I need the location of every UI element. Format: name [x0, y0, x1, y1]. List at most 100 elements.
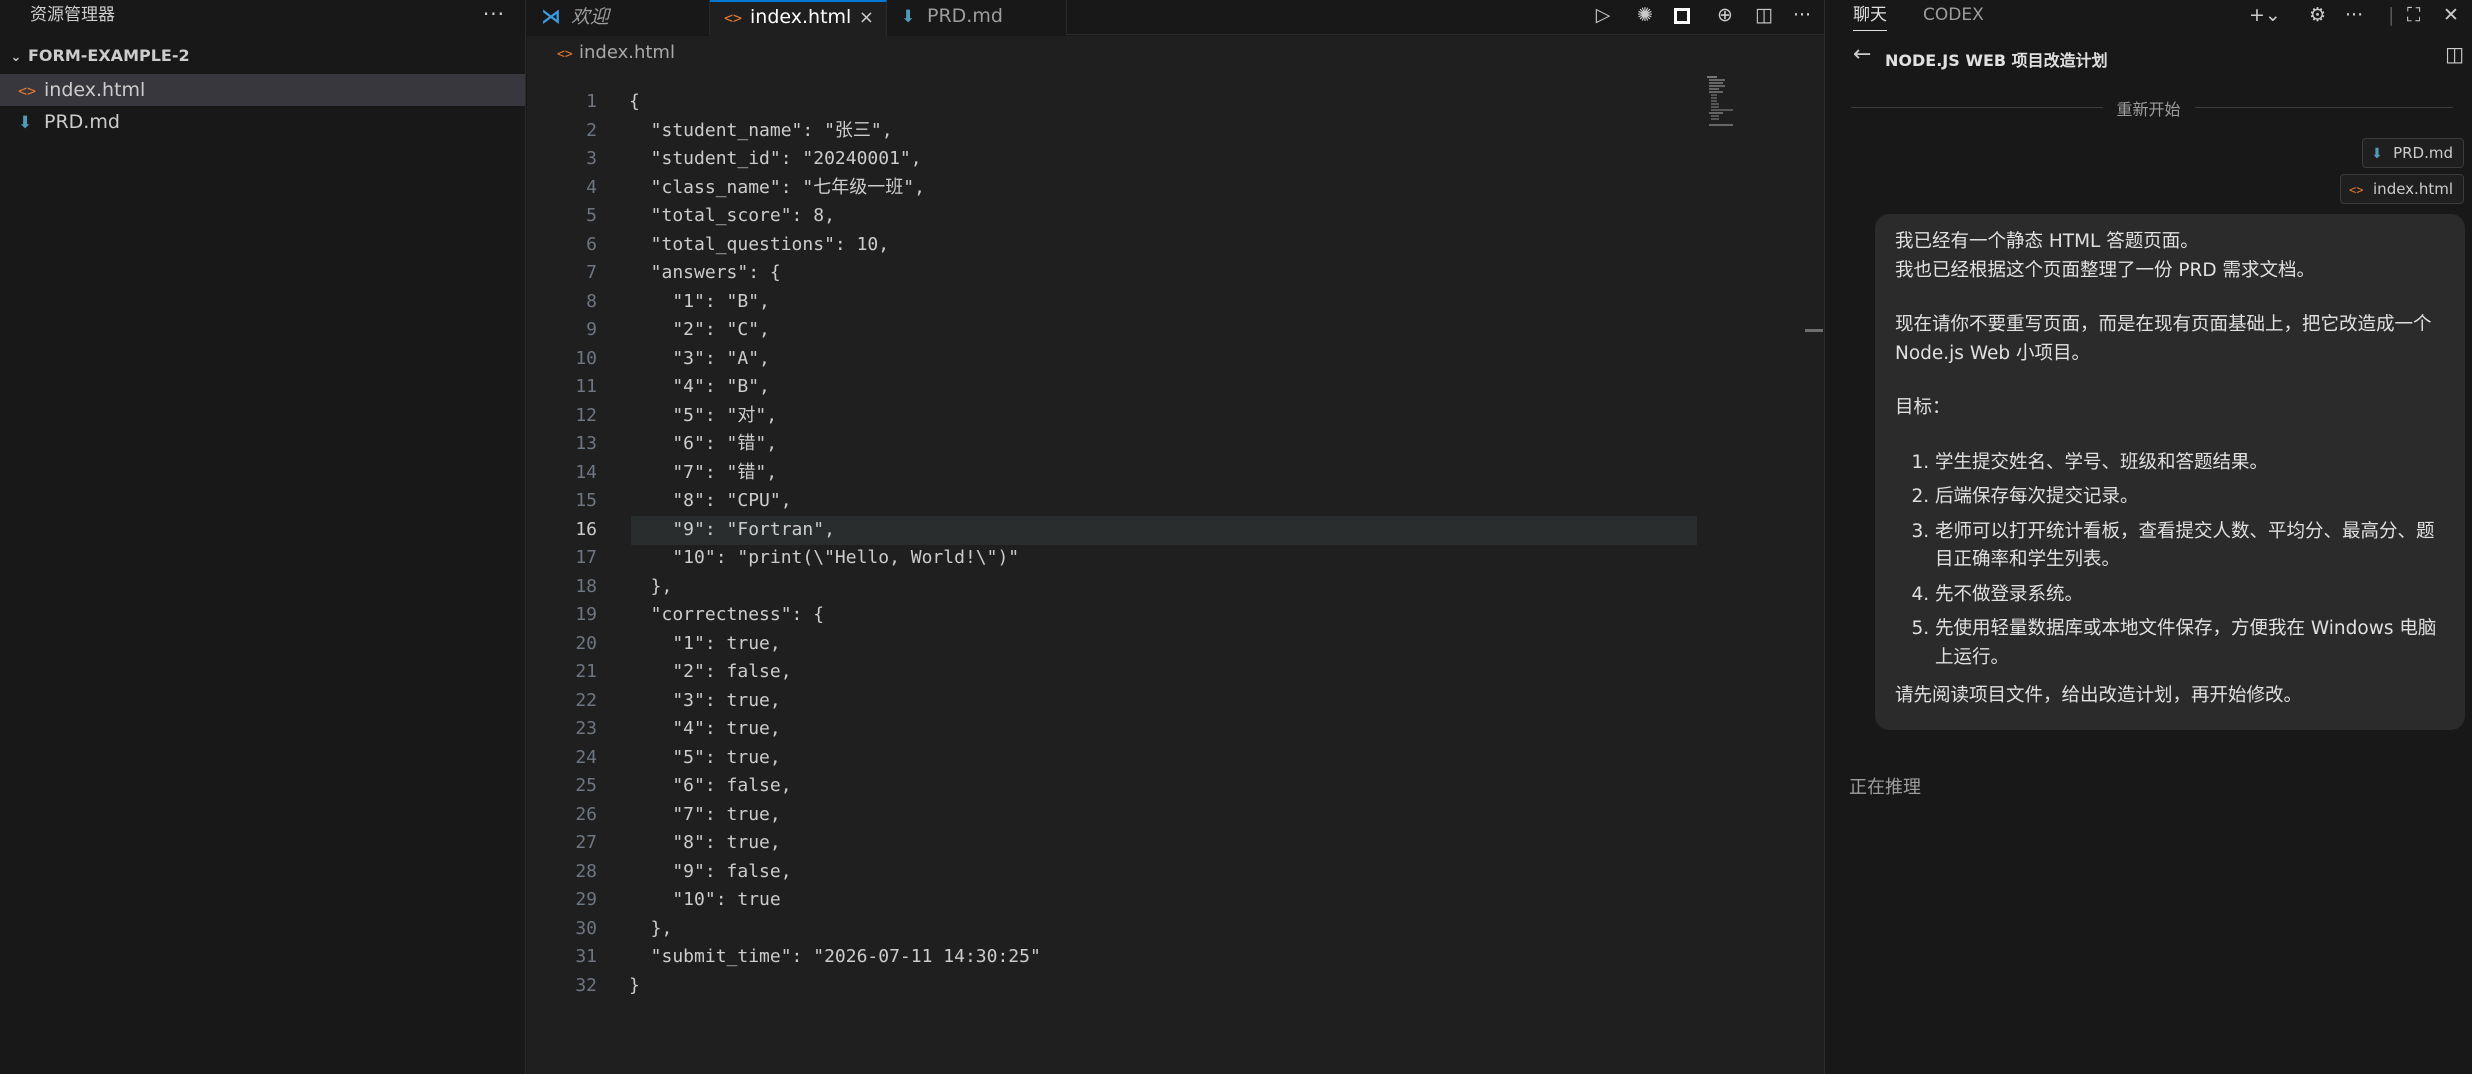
code-line[interactable]: "3": "A", [629, 345, 770, 374]
line-number: 2 [586, 119, 597, 141]
line-number: 26 [575, 803, 597, 825]
maximize-icon[interactable]: ⛶ [2407, 0, 2420, 30]
attachment-chip-prd[interactable]: ⬇ PRD.md [2362, 138, 2464, 168]
new-chat-icon[interactable]: +⌄ [2249, 0, 2281, 30]
line-number: 32 [575, 974, 597, 996]
goal-list: 学生提交姓名、学号、班级和答题结果。 后端保存每次提交记录。 老师可以打开统计看… [1895, 449, 2445, 673]
tab-index-html[interactable]: <> index.html × [710, 0, 887, 36]
line-number: 5 [586, 205, 597, 226]
code-line[interactable]: "7": true, [629, 801, 780, 830]
globe-icon[interactable]: ⊕ [1710, 0, 1740, 30]
run-icon[interactable]: ▷ [1588, 0, 1618, 30]
explorer-more-button[interactable]: ··· [483, 0, 505, 30]
code-line[interactable]: "total_score": 8, [629, 202, 835, 231]
code-line[interactable]: "10": true [629, 886, 780, 915]
line-number: 4 [586, 176, 597, 198]
line-number: 10 [575, 347, 597, 369]
code-line[interactable]: "4": "B", [629, 373, 770, 402]
code-line[interactable]: "submit_time": "2026-07-11 14:30:25" [629, 943, 1041, 972]
line-number: 25 [575, 775, 597, 796]
code-line[interactable]: "6": false, [629, 772, 791, 801]
code-line[interactable]: "correctness": { [629, 601, 824, 630]
line-number: 8 [586, 290, 597, 312]
message-paragraph: 我已经有一个静态 HTML 答题页面。 [1895, 231, 2199, 252]
breadcrumb-item[interactable]: <> index.html [557, 42, 675, 63]
gear-icon[interactable]: ⚙ [2309, 0, 2326, 30]
close-icon[interactable]: ✕ [2443, 0, 2459, 30]
code-line[interactable]: }, [629, 573, 673, 602]
tab-welcome[interactable]: ⋊ 欢迎 [527, 0, 710, 35]
chat-panel: 聊天 CODEX +⌄ ⚙ ··· | ⛶ ✕ ← NODE.JS WEB 项目… [1824, 0, 2472, 1074]
code-line[interactable]: }, [629, 915, 673, 944]
line-number: 9 [586, 319, 597, 340]
file-item-index-html[interactable]: <> index.html [0, 74, 525, 106]
code-line[interactable]: "2": false, [629, 658, 791, 687]
line-number: 17 [575, 547, 597, 568]
message-paragraph: 请先阅读项目文件，给出改造计划，再开始修改。 [1895, 685, 2303, 706]
line-number: 29 [575, 889, 597, 910]
code-line[interactable]: "1": "B", [629, 288, 770, 317]
code-line[interactable]: "10": "print(\"Hello, World!\")" [629, 544, 1019, 573]
panel-layout-icon[interactable]: ◫ [2445, 42, 2464, 66]
code-line[interactable]: "8": true, [629, 829, 780, 858]
code-line[interactable]: "answers": { [629, 259, 781, 288]
code-line[interactable]: "1": true, [629, 630, 780, 659]
line-number: 14 [575, 461, 597, 483]
file-label: index.html [44, 79, 146, 101]
code-line[interactable]: "student_id": "20240001", [629, 145, 922, 174]
code-line[interactable]: "total_questions": 10, [629, 231, 889, 260]
close-icon[interactable]: × [859, 2, 874, 33]
code-line[interactable]: "5": "对", [629, 402, 777, 431]
attachment-chip-index[interactable]: <> index.html [2340, 174, 2464, 204]
user-message-bubble: 我已经有一个静态 HTML 答题页面。 我也已经根据这个页面整理了一份 PRD … [1875, 214, 2465, 730]
line-number: 16 [575, 518, 597, 540]
line-number: 31 [575, 946, 597, 967]
line-number: 13 [575, 433, 597, 454]
code-line[interactable]: "2": "C", [629, 316, 770, 345]
list-item: 后端保存每次提交记录。 [1935, 483, 2445, 512]
status-thinking: 正在推理 [1849, 777, 1921, 798]
tab-prd-md[interactable]: ⬇ PRD.md [887, 0, 1067, 35]
folder-root[interactable]: ⌄ FORM-EXAMPLE-2 [0, 43, 525, 69]
thread-title: NODE.JS WEB 项目改造计划 [1885, 51, 2108, 70]
vscode-logo-icon: ⋊ [541, 4, 561, 28]
code-line[interactable]: "class_name": "七年级一班", [629, 174, 925, 203]
html-file-icon: <> [18, 82, 37, 100]
code-line[interactable]: "4": true, [629, 715, 780, 744]
scrollbar-marker[interactable] [1805, 329, 1823, 332]
code-line[interactable]: } [629, 972, 640, 1001]
attachment-label: index.html [2373, 180, 2453, 198]
code-line[interactable]: "student_name": "张三", [629, 117, 893, 146]
line-number: 3 [586, 148, 597, 169]
split-editor-icon[interactable]: ◫ [1749, 0, 1779, 30]
more-actions-icon[interactable]: ··· [1787, 0, 1817, 30]
code-editor[interactable]: 1 {2 "student_name": "张三", 3 "student_id":… [527, 76, 1824, 1074]
code-line[interactable]: "8": "CPU", [629, 487, 791, 516]
list-item: 先不做登录系统。 [1935, 581, 2445, 610]
line-number: 27 [575, 832, 597, 853]
editor-tab-bar: ⋊ 欢迎 <> index.html × ⬇ PRD.md ▷ ✺ ⊕ ◫ ··· [527, 0, 1824, 36]
code-line[interactable]: "9": "Fortran", [629, 516, 835, 545]
html-file-icon: <> [557, 47, 573, 62]
code-line[interactable]: "5": true, [629, 744, 780, 773]
back-arrow-icon[interactable]: ← [1853, 42, 1871, 67]
file-item-prd-md[interactable]: ⬇ PRD.md [0, 106, 525, 138]
line-number: 18 [575, 575, 597, 597]
preview-icon[interactable] [1667, 0, 1697, 30]
chevron-down-icon: ⌄ [10, 50, 22, 65]
code-line[interactable]: "6": "错", [629, 430, 777, 459]
breadcrumb: <> index.html [527, 36, 1824, 76]
tab-codex[interactable]: CODEX [1923, 0, 1984, 30]
more-icon[interactable]: ··· [2345, 0, 2363, 30]
minimap[interactable] [1707, 76, 1757, 146]
code-line[interactable]: "3": true, [629, 687, 780, 716]
tab-chat[interactable]: 聊天 [1853, 0, 1887, 31]
list-item: 老师可以打开统计看板，查看提交人数、平均分、最高分、题目正确率和学生列表。 [1935, 518, 2445, 575]
list-item: 学生提交姓名、学号、班级和答题结果。 [1935, 449, 2445, 478]
message-paragraph: 现在请你不要重写页面，而是在现有页面基础上，把它改造成一个 Node.js We… [1895, 314, 2432, 364]
code-line[interactable]: "7": "错", [629, 459, 777, 488]
separator: | [2388, 4, 2395, 26]
code-line[interactable]: { [629, 88, 640, 117]
openai-icon[interactable]: ✺ [1630, 0, 1660, 30]
code-line[interactable]: "9": false, [629, 858, 791, 887]
